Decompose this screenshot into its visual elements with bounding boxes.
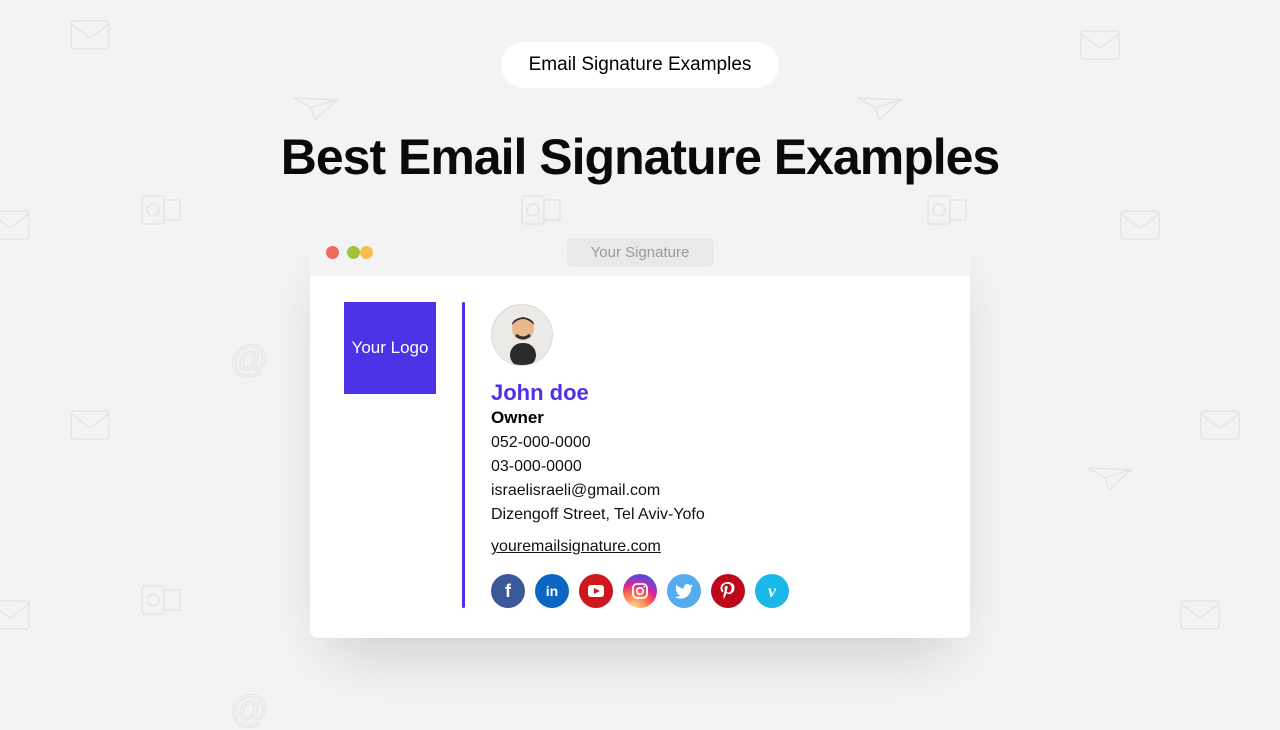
signature-role: Owner: [491, 408, 789, 428]
signature-mobile: 052-000-0000: [491, 434, 789, 452]
signature-website-link[interactable]: youremailsignature.com: [491, 538, 661, 556]
logo-placeholder: Your Logo: [344, 302, 436, 394]
signature-preview-window: Your Signature Your Logo John doe Owner: [310, 228, 970, 638]
signature-name: John doe: [491, 380, 789, 406]
at-doodle-icon: @: [230, 690, 266, 730]
social-icons-row: f in v: [491, 574, 789, 608]
traffic-light-minimize-icon: [347, 246, 360, 259]
twitter-icon[interactable]: [667, 574, 701, 608]
vertical-divider: [462, 302, 465, 608]
traffic-light-close-icon: [326, 246, 339, 259]
window-titlebar: Your Signature: [310, 228, 970, 276]
linkedin-icon[interactable]: in: [535, 574, 569, 608]
traffic-light-zoom-icon: [360, 246, 373, 259]
page-title: Best Email Signature Examples: [0, 128, 1280, 186]
youtube-icon[interactable]: [579, 574, 613, 608]
avatar: [491, 304, 553, 366]
pinterest-icon[interactable]: [711, 574, 745, 608]
facebook-icon[interactable]: f: [491, 574, 525, 608]
category-pill: Email Signature Examples: [501, 42, 780, 88]
window-tab-label: Your Signature: [567, 238, 714, 267]
vimeo-icon[interactable]: v: [755, 574, 789, 608]
signature-address: Dizengoff Street, Tel Aviv-Yofo: [491, 506, 789, 524]
signature-email: israelisraeli@gmail.com: [491, 482, 789, 500]
svg-text:@: @: [230, 690, 266, 730]
signature-phone: 03-000-0000: [491, 458, 789, 476]
instagram-icon[interactable]: [623, 574, 657, 608]
